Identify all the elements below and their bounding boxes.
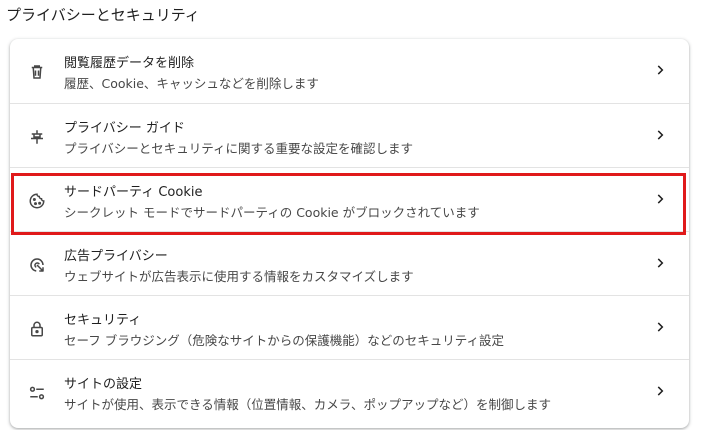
- row-ad-privacy[interactable]: 広告プライバシー ウェブサイトが広告表示に使用する情報をカスタマイズします: [10, 231, 689, 295]
- row-privacy-guide[interactable]: プライバシー ガイド プライバシーとセキュリティに関する重要な設定を確認します: [10, 103, 689, 167]
- row-title: 閲覧履歴データを削除: [64, 56, 195, 71]
- row-subtitle: シークレット モードでサードパーティの Cookie がブロックされています: [64, 205, 480, 220]
- chevron-right-icon: [653, 128, 667, 142]
- row-site-settings[interactable]: サイトの設定 サイトが使用、表示できる情報（位置情報、カメラ、ポップアップなど）…: [10, 359, 689, 428]
- row-title: セキュリティ: [64, 313, 142, 328]
- row-security[interactable]: セキュリティ セーフ ブラウジング（危険なサイトからの保護機能）などのセキュリテ…: [10, 295, 689, 359]
- section-title: プライバシーとセキュリティ: [6, 6, 200, 24]
- row-title: プライバシー ガイド: [64, 121, 185, 136]
- row-title: サイトの設定: [64, 377, 143, 392]
- cookie-icon: [26, 190, 48, 212]
- row-clear-browsing-data[interactable]: 閲覧履歴データを削除 履歴、Cookie、キャッシュなどを削除します: [10, 39, 689, 103]
- trash-icon: [26, 61, 48, 83]
- chevron-right-icon: [653, 384, 667, 398]
- row-subtitle: 履歴、Cookie、キャッシュなどを削除します: [64, 76, 319, 91]
- privacy-guide-icon: [26, 126, 48, 148]
- chevron-right-icon: [653, 192, 667, 206]
- row-third-party-cookies[interactable]: サードパーティ Cookie シークレット モードでサードパーティの Cooki…: [10, 167, 689, 231]
- row-title: 広告プライバシー: [64, 249, 168, 264]
- chevron-right-icon: [653, 63, 667, 77]
- row-title: サードパーティ Cookie: [64, 185, 203, 200]
- row-subtitle: ウェブサイトが広告表示に使用する情報をカスタマイズします: [64, 269, 414, 284]
- privacy-settings-card: 閲覧履歴データを削除 履歴、Cookie、キャッシュなどを削除します プライバシ…: [10, 39, 689, 428]
- lock-icon: [26, 318, 48, 340]
- ad-privacy-icon: [26, 254, 48, 276]
- row-subtitle: セーフ ブラウジング（危険なサイトからの保護機能）などのセキュリティ設定: [64, 333, 504, 348]
- site-settings-icon: [26, 382, 48, 404]
- chevron-right-icon: [653, 320, 667, 334]
- chevron-right-icon: [653, 256, 667, 270]
- row-subtitle: プライバシーとセキュリティに関する重要な設定を確認します: [64, 141, 414, 156]
- row-subtitle: サイトが使用、表示できる情報（位置情報、カメラ、ポップアップなど）を制御します: [64, 397, 552, 412]
